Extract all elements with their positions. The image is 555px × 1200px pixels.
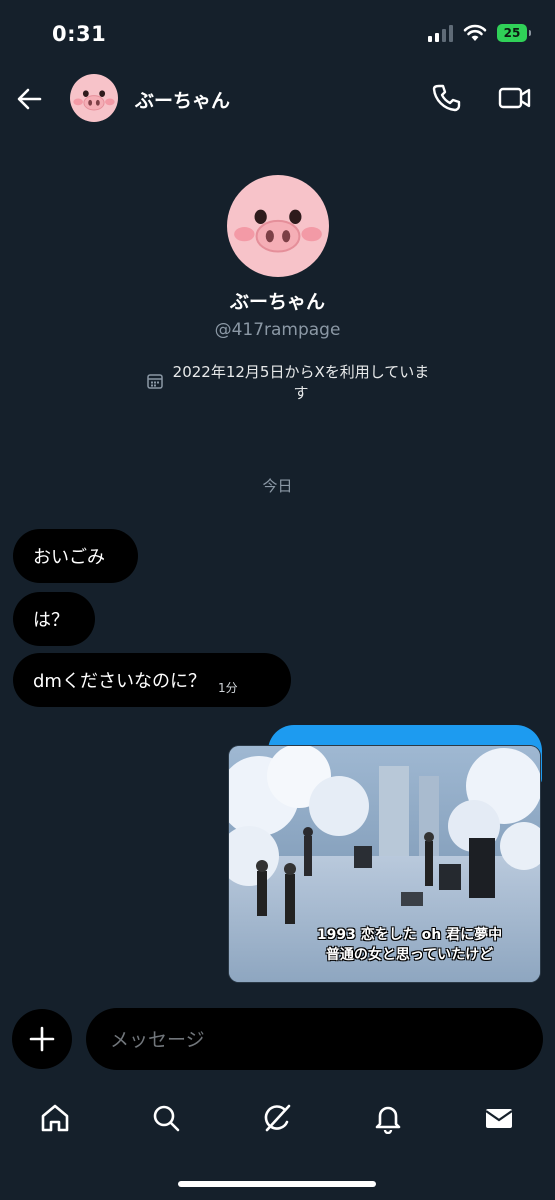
message-text: おいごみ [33, 547, 105, 568]
arrow-left-icon[interactable] [14, 84, 44, 114]
wifi-icon [463, 24, 487, 41]
notifications-bell-icon[interactable] [372, 1102, 404, 1134]
phone-icon[interactable] [430, 82, 462, 114]
home-indicator [178, 1181, 376, 1187]
bottom-navigation [0, 1090, 555, 1146]
battery-indicator: 25 [497, 24, 531, 42]
plus-icon [29, 1026, 55, 1052]
home-icon[interactable] [39, 1102, 71, 1134]
conversation-header: ぶーちゃん [0, 70, 555, 126]
video-caption-line: 1993 恋をした oh 君に夢中 [316, 927, 503, 943]
joined-text: 2022年12月5日からXを利用しています [172, 363, 430, 402]
calendar-icon [147, 374, 163, 389]
grok-icon[interactable] [261, 1102, 293, 1134]
message-timestamp: 1分 [217, 680, 238, 695]
header-contact-name[interactable]: ぶーちゃん [135, 86, 230, 113]
avatar[interactable] [70, 74, 118, 122]
add-attachment-button[interactable] [12, 1009, 72, 1069]
message-input[interactable] [108, 1008, 512, 1072]
messages-envelope-icon[interactable] [483, 1102, 515, 1134]
video-camera-icon[interactable] [497, 82, 533, 114]
sent-media-image[interactable]: 1993 恋をした oh 君に夢中 普通の女と思っていたけど [229, 746, 540, 982]
profile-name[interactable]: ぶーちゃん [0, 287, 555, 314]
message-text: は？ [33, 610, 69, 631]
message-composer [86, 1008, 543, 1072]
status-time: 0:31 [52, 22, 107, 46]
status-bar: 0:31 25 [0, 0, 555, 70]
received-message[interactable]: おいごみ [13, 529, 138, 583]
received-message[interactable]: dmくださいなのに？ 1分 [13, 653, 291, 707]
profile-avatar[interactable] [227, 175, 329, 277]
message-text: dmくださいなのに？ [33, 671, 206, 692]
battery-level: 25 [503, 26, 521, 40]
profile-handle[interactable]: @417rampage [0, 320, 555, 340]
received-message[interactable]: は？ [13, 592, 95, 646]
date-divider: 今日 [262, 477, 293, 495]
video-caption-line: 普通の女と思っていたけど [325, 947, 494, 963]
cellular-signal-icon [428, 24, 453, 42]
search-icon[interactable] [150, 1102, 182, 1134]
status-indicators: 25 [428, 24, 531, 42]
